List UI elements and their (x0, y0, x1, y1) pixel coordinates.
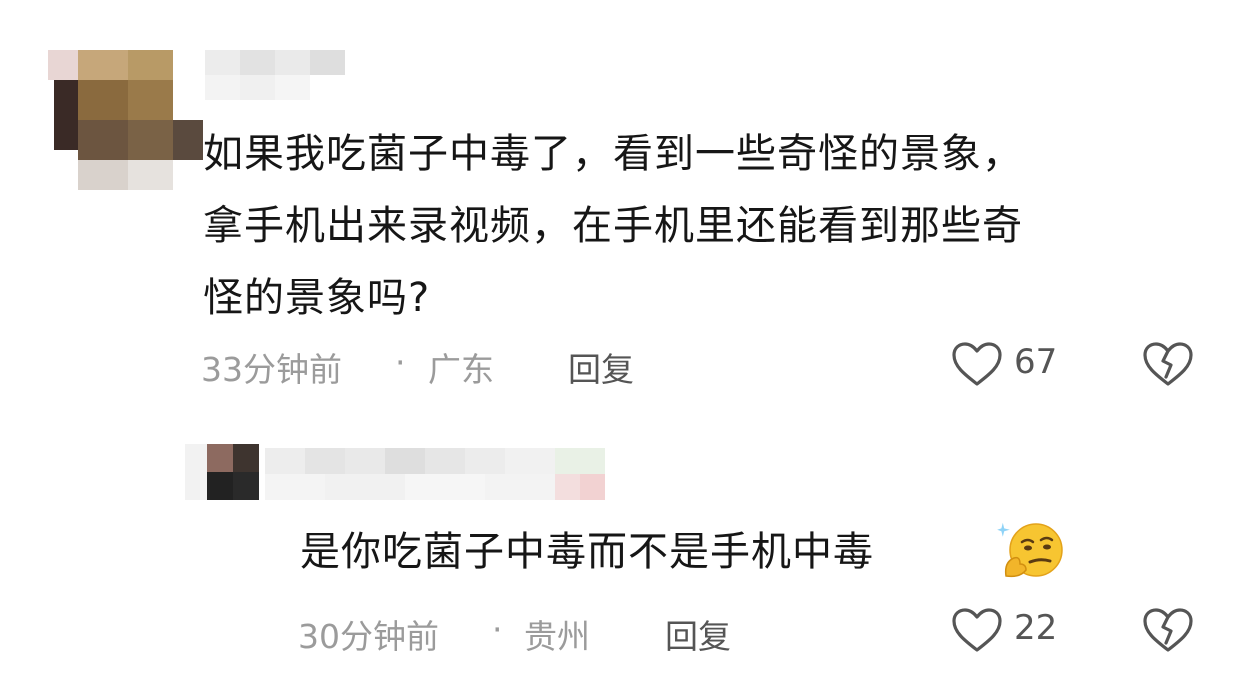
heart-icon[interactable] (950, 340, 1004, 388)
thinking-face-emoji (996, 518, 1066, 582)
username[interactable] (265, 448, 605, 500)
reply-button[interactable]: 回复 (568, 343, 634, 391)
broken-heart-icon[interactable] (1140, 340, 1196, 388)
comment-text: 如果我吃菌子中毒了，看到一些奇怪的景象， 拿手机出来录视频，在手机里还能看到那些… (203, 118, 1243, 334)
comment-time: 33分钟前 (201, 350, 342, 389)
comment-text-line: 拿手机出来录视频，在手机里还能看到那些奇 (203, 203, 1023, 249)
comment-text-line: 如果我吃菌子中毒了，看到一些奇怪的景象， (203, 131, 1023, 177)
meta-separator: · (492, 610, 503, 649)
like-count: 67 (1014, 342, 1058, 382)
avatar[interactable] (185, 440, 265, 502)
broken-heart-icon[interactable] (1140, 606, 1196, 654)
comment-text-line: 怪的景象吗? (203, 275, 431, 321)
avatar[interactable] (48, 30, 203, 190)
comment-time: 30分钟前 (298, 617, 439, 656)
comment-location: 广东 (428, 350, 494, 389)
like-count: 22 (1014, 608, 1058, 648)
meta-separator: · (395, 343, 406, 382)
username[interactable] (205, 50, 345, 100)
heart-icon[interactable] (950, 606, 1004, 654)
comment-location: 贵州 (524, 617, 590, 656)
comment-text: 是你吃菌子中毒而不是手机中毒 (300, 529, 874, 575)
reply-button[interactable]: 回复 (665, 610, 731, 658)
